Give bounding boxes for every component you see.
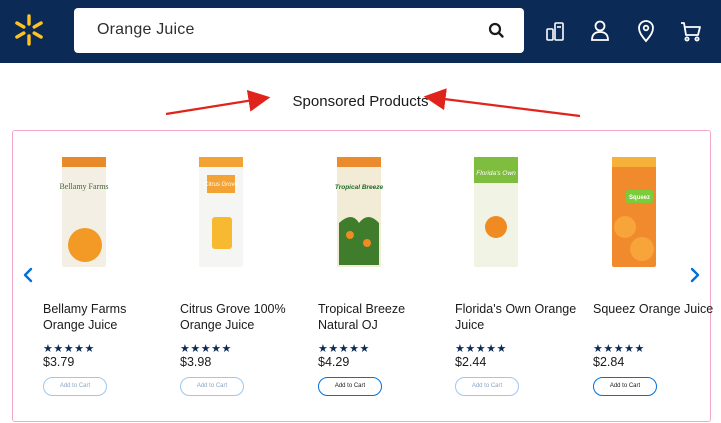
add-to-cart-button[interactable]: Add to Cart xyxy=(318,377,382,396)
product-card[interactable]: Citrus Grove Citrus Grove 100% Orange Ju… xyxy=(162,131,288,421)
add-to-cart-button[interactable]: Add to Cart xyxy=(455,377,519,396)
product-image[interactable]: Florida's Own xyxy=(449,153,539,273)
search-query[interactable]: Orange Juice xyxy=(97,21,195,39)
product-name[interactable]: Bellamy Farms Orange Juice xyxy=(43,301,167,333)
location-icon[interactable] xyxy=(633,18,659,44)
product-card[interactable]: Florida's Own Florida's Own Orange Juice… xyxy=(437,131,576,421)
add-to-cart-button[interactable]: Add to Cart xyxy=(180,377,244,396)
orange-graphic xyxy=(614,216,636,238)
rating-stars: ★★★★★ xyxy=(180,343,232,355)
product-price: $2.44 xyxy=(455,355,487,369)
product-price: $3.79 xyxy=(43,355,75,369)
top-header: Orange Juice xyxy=(0,0,721,63)
cart-icon[interactable] xyxy=(678,18,704,44)
carton-top xyxy=(199,157,243,167)
fruit-graphic xyxy=(346,231,354,239)
product-price: $3.98 xyxy=(180,355,212,369)
product-price: $4.29 xyxy=(318,355,350,369)
tree-graphic xyxy=(339,217,379,265)
rating-stars: ★★★★★ xyxy=(318,343,370,355)
product-name[interactable]: Squeez Orange Juice xyxy=(593,301,717,317)
reorder-icon[interactable] xyxy=(543,18,569,44)
search-icon[interactable] xyxy=(486,20,508,42)
product-card[interactable]: Squeez Squeez Orange Juice ★★★★★ $2.84 A… xyxy=(575,131,713,421)
fruit-graphic xyxy=(363,239,371,247)
product-price: $2.84 xyxy=(593,355,625,369)
account-icon[interactable] xyxy=(587,18,613,44)
add-to-cart-button[interactable]: Add to Cart xyxy=(593,377,657,396)
glass-graphic xyxy=(212,217,232,249)
search-input[interactable]: Orange Juice xyxy=(74,8,524,53)
product-image[interactable]: Citrus Grove xyxy=(174,153,264,273)
product-name[interactable]: Florida's Own Orange Juice xyxy=(455,301,579,333)
product-card[interactable]: Tropical Breeze Tropical Breeze Natural … xyxy=(300,131,426,421)
product-name[interactable]: Citrus Grove 100% Orange Juice xyxy=(180,301,304,333)
product-image[interactable]: Squeez xyxy=(587,153,677,273)
orange-graphic xyxy=(485,216,507,238)
carton-top xyxy=(337,157,381,167)
add-to-cart-button[interactable]: Add to Cart xyxy=(43,377,107,396)
rating-stars: ★★★★★ xyxy=(455,343,507,355)
carton-brand: Bellamy Farms xyxy=(59,182,108,191)
carton-brand: Tropical Breeze xyxy=(335,184,384,191)
rating-stars: ★★★★★ xyxy=(43,343,95,355)
carton-brand: Florida's Own xyxy=(476,170,516,177)
section-title: Sponsored Products xyxy=(292,93,429,110)
orange-graphic xyxy=(68,228,102,262)
carton-brand: Citrus Grove xyxy=(204,182,238,188)
orange-graphic xyxy=(630,237,654,261)
product-card[interactable]: Bellamy Farms Bellamy Farms Orange Juice… xyxy=(25,131,151,421)
rating-stars: ★★★★★ xyxy=(593,343,645,355)
sponsored-carousel: Bellamy Farms Bellamy Farms Orange Juice… xyxy=(12,130,713,422)
carton-top xyxy=(62,157,106,167)
product-image[interactable]: Bellamy Farms xyxy=(37,153,127,273)
carton-top xyxy=(612,157,656,167)
spark-logo-icon[interactable] xyxy=(12,13,46,47)
product-name[interactable]: Tropical Breeze Natural OJ xyxy=(318,301,442,333)
carton-brand: Squeez xyxy=(629,195,650,201)
product-image[interactable]: Tropical Breeze xyxy=(312,153,402,273)
